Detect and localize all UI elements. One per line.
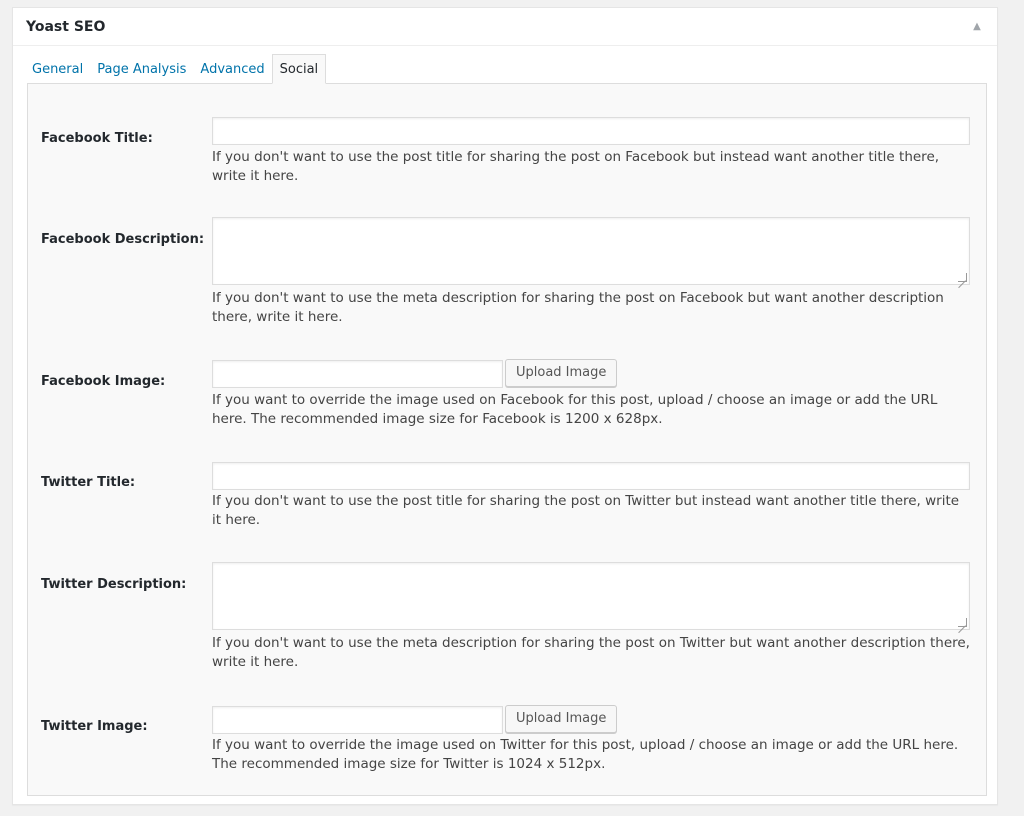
facebook-description-label: Facebook Description: <box>41 232 205 247</box>
twitter-image-help: If you want to override the image used o… <box>212 737 959 772</box>
tab-page-analysis[interactable]: Page Analysis <box>90 55 193 84</box>
resize-handle-icon[interactable] <box>958 273 967 282</box>
twitter-description-label: Twitter Description: <box>41 577 187 592</box>
facebook-title-input[interactable] <box>212 117 970 145</box>
twitter-upload-image-button[interactable]: Upload Image <box>505 705 618 733</box>
twitter-title-input[interactable] <box>212 462 970 490</box>
tab-social[interactable]: Social <box>271 54 327 84</box>
twitter-description-textarea[interactable] <box>212 562 970 630</box>
twitter-image-url-input[interactable] <box>212 706 503 734</box>
facebook-title-help: If you don't want to use the post title … <box>212 149 940 184</box>
resize-handle-icon[interactable] <box>958 618 967 627</box>
tab-general[interactable]: General <box>25 55 90 84</box>
facebook-description-help: If you don't want to use the meta descri… <box>212 290 944 325</box>
facebook-image-label: Facebook Image: <box>41 374 166 389</box>
twitter-image-label: Twitter Image: <box>41 719 148 734</box>
metabox-title: Yoast SEO <box>26 18 106 35</box>
facebook-image-url-input[interactable] <box>212 360 503 388</box>
twitter-title-help: If you don't want to use the post title … <box>212 493 960 528</box>
facebook-upload-image-button[interactable]: Upload Image <box>505 359 618 387</box>
social-tab-content: Facebook Title: If you don't want to use… <box>27 83 987 796</box>
facebook-image-help: If you want to override the image used o… <box>212 392 938 427</box>
tab-advanced[interactable]: Advanced <box>193 55 271 84</box>
facebook-title-label: Facebook Title: <box>41 131 153 146</box>
metabox-header[interactable]: Yoast SEO ▲ <box>13 8 997 46</box>
twitter-title-label: Twitter Title: <box>41 475 136 490</box>
twitter-description-help: If you don't want to use the meta descri… <box>212 635 970 670</box>
tab-bar: General Page Analysis Advanced Social <box>25 54 327 84</box>
facebook-description-textarea[interactable] <box>212 217 970 285</box>
yoast-seo-metabox: Yoast SEO ▲ General Page Analysis Advanc… <box>12 7 998 805</box>
triangle-up-icon[interactable]: ▲ <box>967 17 987 37</box>
